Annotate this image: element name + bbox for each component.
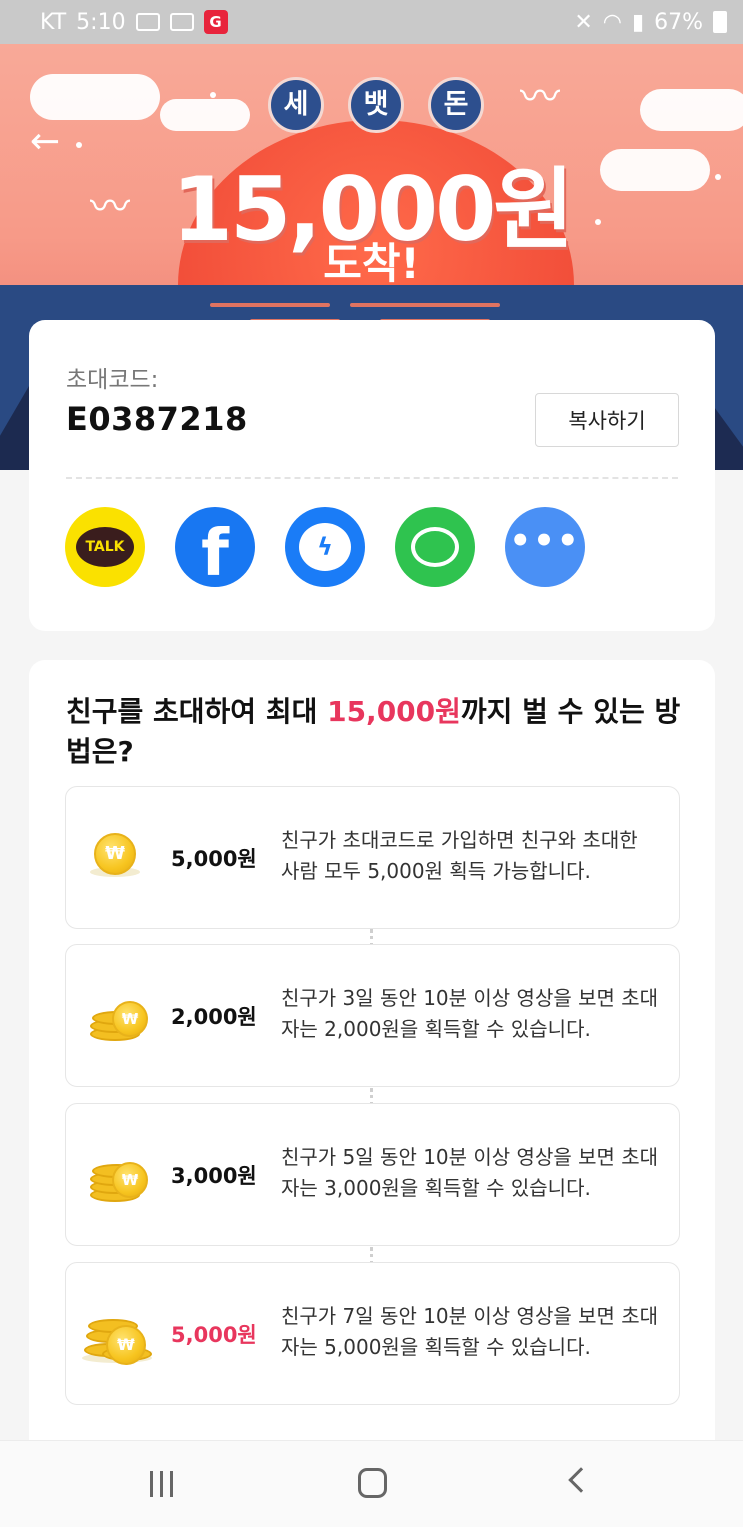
reward-amount: 3,000원 bbox=[171, 1164, 257, 1188]
reward-item: ₩ 2,000원 친구가 3일 동안 10분 이상 영상을 보면 초대자는 2,… bbox=[65, 944, 680, 1087]
reward-amount: 5,000원 bbox=[171, 847, 257, 871]
facebook-icon: f bbox=[201, 517, 229, 591]
carrier: KT bbox=[40, 9, 67, 35]
invite-code-label: 초대코드: bbox=[66, 367, 159, 393]
system-back-button[interactable] bbox=[568, 1467, 594, 1493]
reward-item: ₩ 5,000원 친구가 초대코드로 가입하면 친구와 초대한 사람 모두 5,… bbox=[65, 786, 680, 929]
reward-amount: 2,000원 bbox=[171, 1005, 257, 1029]
battery-icon bbox=[713, 11, 727, 33]
badge-char: 세 bbox=[268, 77, 324, 133]
cloud-decoration bbox=[160, 99, 250, 131]
clock: 5:10 bbox=[76, 9, 126, 35]
invite-code-card: 초대코드: E0387218 복사하기 TALK f ϟ ••• bbox=[29, 320, 715, 631]
reward-item: ₩ 3,000원 친구가 5일 동안 10분 이상 영상을 보면 초대자는 3,… bbox=[65, 1103, 680, 1246]
video-call-icon bbox=[169, 13, 194, 31]
coin-icon: ₩ bbox=[86, 825, 156, 895]
share-more-button[interactable]: ••• bbox=[505, 507, 585, 587]
cloud-decoration bbox=[640, 89, 743, 131]
reward-amount: 5,000원 bbox=[171, 1323, 257, 1347]
snow-dot bbox=[210, 92, 216, 98]
video-call-icon bbox=[135, 13, 160, 31]
reward-info-card: 친구를 초대하여 최대 15,000원까지 벌 수 있는 방법은? ₩ 5,00… bbox=[29, 660, 715, 1460]
cloud-decoration bbox=[30, 74, 160, 120]
reward-info-title: 친구를 초대하여 최대 15,000원까지 벌 수 있는 방법은? bbox=[66, 692, 686, 772]
share-facebook-button[interactable]: f bbox=[175, 507, 255, 591]
invite-code-value: E0387218 bbox=[66, 400, 248, 438]
divider bbox=[66, 477, 678, 479]
reward-description: 친구가 7일 동안 10분 이상 영상을 보면 초대자는 5,000원을 획득할… bbox=[281, 1304, 659, 1359]
crane-icon: 〰 bbox=[520, 74, 560, 120]
share-kakaotalk-button[interactable]: TALK bbox=[65, 507, 145, 587]
status-bar: KT 5:10 G ✕ ◠ ▮ 67% bbox=[0, 0, 743, 44]
copy-button[interactable]: 복사하기 bbox=[535, 393, 679, 447]
coin-stack-icon: ₩ bbox=[86, 983, 156, 1053]
share-row: TALK f ϟ ••• bbox=[65, 507, 585, 591]
message-icon bbox=[411, 527, 459, 567]
recent-apps-button[interactable] bbox=[150, 1471, 178, 1497]
title-highlight: 15,000원 bbox=[327, 695, 461, 728]
coin-pile-icon: ₩ bbox=[82, 1301, 156, 1371]
title-prefix: 친구를 초대하여 최대 bbox=[66, 695, 328, 728]
wifi-icon: ◠ bbox=[602, 9, 622, 35]
signal-icon: ▮ bbox=[631, 9, 645, 35]
battery-level: 67% bbox=[654, 9, 703, 35]
system-nav-bar bbox=[0, 1440, 743, 1527]
share-messenger-button[interactable]: ϟ bbox=[285, 507, 365, 587]
messenger-icon: ϟ bbox=[299, 523, 351, 571]
kakaotalk-icon: TALK bbox=[76, 527, 134, 567]
reward-description: 친구가 3일 동안 10분 이상 영상을 보면 초대자는 2,000원을 획득할… bbox=[281, 986, 659, 1041]
badge-char: 돈 bbox=[428, 77, 484, 133]
share-message-button[interactable] bbox=[395, 507, 475, 587]
more-icon: ••• bbox=[509, 521, 581, 561]
badge-row: 세 뱃 돈 bbox=[268, 77, 484, 133]
banner-subtitle: 도착! bbox=[323, 239, 420, 288]
badge-char: 뱃 bbox=[348, 77, 404, 133]
home-button[interactable] bbox=[358, 1468, 387, 1498]
reward-description: 친구가 5일 동안 10분 이상 영상을 보면 초대자는 3,000원을 획득할… bbox=[281, 1145, 659, 1200]
reward-description: 친구가 초대코드로 가입하면 친구와 초대한 사람 모두 5,000원 획득 가… bbox=[281, 828, 638, 883]
coin-stack-icon: ₩ bbox=[86, 1142, 156, 1212]
reward-item: ₩ 5,000원 친구가 7일 동안 10분 이상 영상을 보면 초대자는 5,… bbox=[65, 1262, 680, 1405]
mute-icon: ✕ bbox=[574, 9, 593, 35]
app-notification-icon: G bbox=[203, 10, 228, 34]
